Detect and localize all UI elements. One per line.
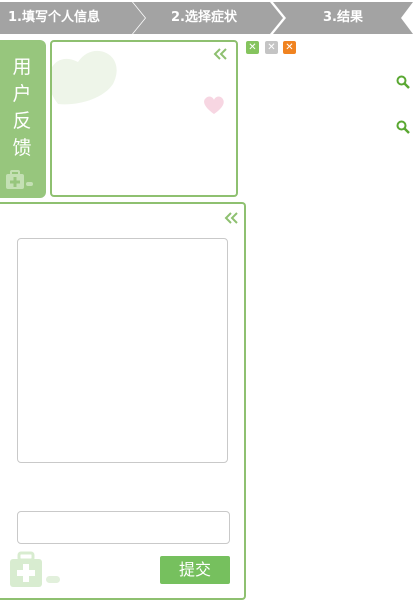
- search-icon[interactable]: [396, 75, 410, 89]
- side-tab-char: 用: [12, 56, 32, 78]
- close-icon[interactable]: ✕: [283, 41, 296, 54]
- medical-kit-icon: [6, 170, 33, 189]
- side-tab-char: 馈: [12, 137, 32, 159]
- side-tab-char: 反: [12, 110, 32, 132]
- step-3[interactable]: 3.结果: [273, 2, 413, 34]
- step-2[interactable]: 2.选择症状: [133, 2, 283, 34]
- contact-input[interactable]: [17, 511, 230, 544]
- step-1-label: 1.填写个人信息: [8, 10, 100, 25]
- heart-icon: [204, 96, 224, 114]
- feedback-textarea[interactable]: [17, 238, 228, 463]
- search-icon[interactable]: [396, 120, 410, 134]
- feedback-side-tab[interactable]: 用 户 反 馈: [0, 40, 46, 198]
- step-2-label: 2.选择症状: [171, 10, 237, 25]
- submit-button[interactable]: 提交: [160, 556, 230, 584]
- step-progress-bar: 1.填写个人信息 2.选择症状 3.结果: [0, 0, 413, 36]
- close-icon[interactable]: ✕: [246, 41, 259, 54]
- heart-icon: [52, 50, 117, 105]
- double-chevron-left-icon[interactable]: [224, 212, 238, 224]
- step-1[interactable]: 1.填写个人信息: [0, 2, 145, 34]
- feedback-panel: 提交: [0, 202, 246, 600]
- double-chevron-left-icon[interactable]: [213, 48, 227, 60]
- medical-kit-icon: [10, 551, 60, 587]
- small-popup-panel: [50, 40, 238, 197]
- step-3-label: 3.结果: [323, 10, 363, 25]
- close-icon[interactable]: ✕: [265, 41, 278, 54]
- side-tab-char: 户: [12, 83, 32, 105]
- feedback-side-tab-label: 用 户 反 馈: [9, 54, 35, 162]
